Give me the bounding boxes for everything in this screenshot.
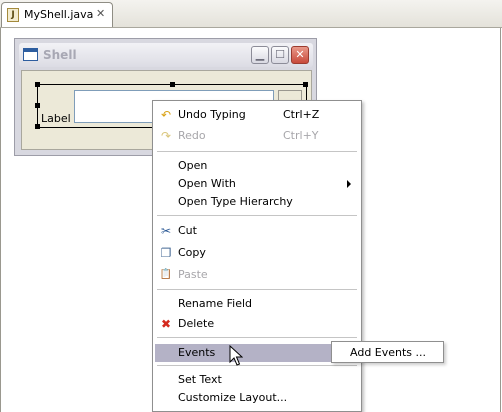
shell-title-bar: Shell ▁ ☐ ✕ <box>19 43 313 67</box>
resize-handle[interactable] <box>35 103 40 108</box>
tab-myshell-java[interactable]: J MyShell.java ✕ <box>1 2 113 27</box>
menu-item-copy[interactable]: ❐ Copy <box>155 244 359 262</box>
close-button[interactable]: ✕ <box>291 46 309 64</box>
close-icon[interactable]: ✕ <box>96 7 105 20</box>
menu-item-undo-typing[interactable]: ↶ Undo Typing Ctrl+Z <box>155 106 359 124</box>
menu-separator <box>157 151 357 152</box>
menu-item-rename-field[interactable]: Rename Field <box>155 295 359 313</box>
menu-item-redo: ↷ Redo Ctrl+Y <box>155 127 359 145</box>
menu-item-label: Delete <box>178 317 215 330</box>
maximize-button[interactable]: ☐ <box>271 46 289 64</box>
menu-item-label: Open <box>178 159 208 172</box>
menu-item-cut[interactable]: ✂ Cut <box>155 222 359 240</box>
resize-handle[interactable] <box>170 82 175 87</box>
resize-handle[interactable] <box>303 82 308 87</box>
label-widget[interactable]: Label <box>41 112 71 125</box>
submenu-arrow-icon <box>347 180 351 188</box>
window-icon <box>23 48 38 61</box>
menu-item-open-with[interactable]: Open With <box>155 175 359 193</box>
undo-icon: ↶ <box>160 108 172 122</box>
menu-separator <box>157 215 357 216</box>
menu-separator <box>157 289 357 290</box>
menu-item-label: Copy <box>178 246 206 259</box>
resize-handle[interactable] <box>35 82 40 87</box>
shell-title: Shell <box>43 48 77 62</box>
tab-label: MyShell.java <box>24 8 94 21</box>
menu-item-label: Customize Layout... <box>178 391 288 404</box>
mouse-pointer-icon <box>229 345 243 366</box>
paste-icon: 📋 <box>159 269 173 280</box>
redo-icon: ↷ <box>160 129 172 143</box>
menu-item-label: Undo Typing <box>178 108 246 121</box>
events-submenu: Add Events ... <box>331 341 444 363</box>
delete-icon: ✖ <box>160 317 172 331</box>
java-file-icon: J <box>7 8 19 22</box>
menu-item-events[interactable]: Events <box>155 344 359 362</box>
resize-handle[interactable] <box>35 124 40 129</box>
menu-item-shortcut: Ctrl+Y <box>283 129 319 142</box>
menu-item-open-type-hierarchy[interactable]: Open Type Hierarchy <box>155 193 359 211</box>
menu-item-customize-layout[interactable]: Customize Layout... <box>155 389 359 407</box>
menu-item-label: Set Text <box>178 373 222 386</box>
submenu-item-add-events[interactable]: Add Events ... <box>350 346 426 359</box>
menu-item-label: Cut <box>178 224 197 237</box>
menu-item-label: Paste <box>178 268 208 281</box>
menu-separator <box>157 337 357 338</box>
menu-item-label: Rename Field <box>178 297 252 310</box>
scissors-icon: ✂ <box>160 224 172 238</box>
context-menu: ↶ Undo Typing Ctrl+Z ↷ Redo Ctrl+Y Open … <box>152 100 362 412</box>
minimize-button[interactable]: ▁ <box>251 46 269 64</box>
copy-icon: ❐ <box>160 246 172 260</box>
menu-item-paste: 📋 Paste <box>155 266 359 284</box>
menu-item-label: Events <box>178 346 216 359</box>
menu-item-label: Open Type Hierarchy <box>178 195 293 208</box>
menu-item-set-text[interactable]: Set Text <box>155 371 359 389</box>
menu-item-delete[interactable]: ✖ Delete <box>155 315 359 333</box>
menu-item-open[interactable]: Open <box>155 157 359 175</box>
menu-item-label: Redo <box>178 129 206 142</box>
menu-item-shortcut: Ctrl+Z <box>283 108 320 121</box>
menu-separator <box>157 365 357 366</box>
menu-item-label: Open With <box>178 177 236 190</box>
editor-tab-bar: J MyShell.java ✕ <box>0 0 502 28</box>
